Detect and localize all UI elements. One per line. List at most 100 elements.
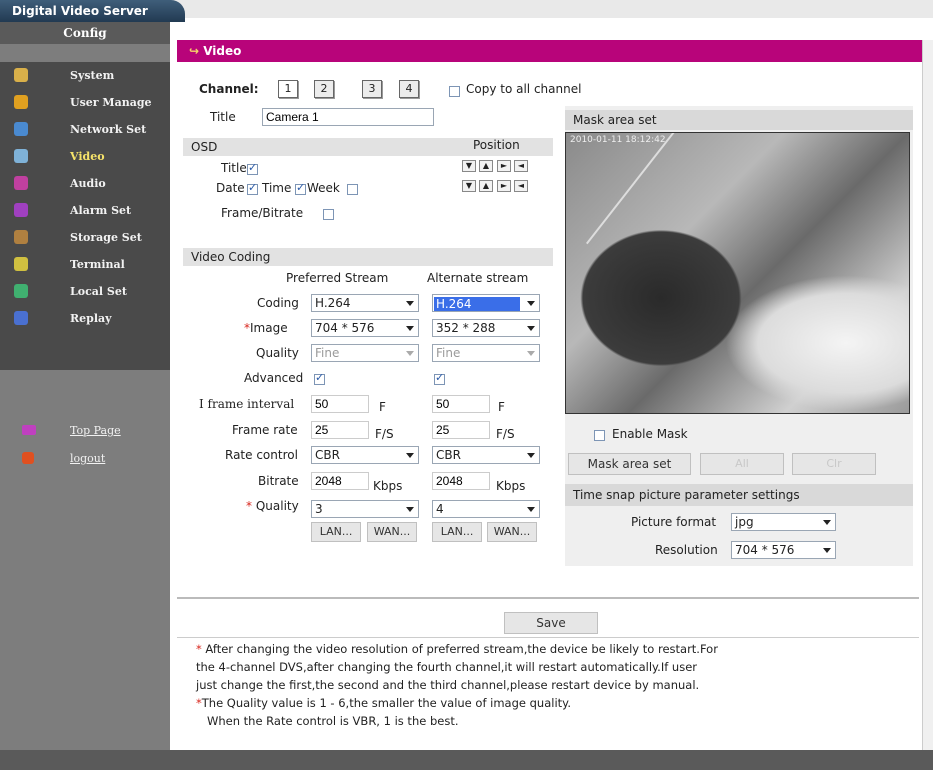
alt-lan-button[interactable]: LAN... bbox=[432, 522, 482, 542]
alt-quality-level-select[interactable]: 4 bbox=[432, 500, 540, 518]
logout-icon[interactable] bbox=[22, 452, 34, 464]
video-icon bbox=[14, 149, 28, 163]
osd-week-checkbox[interactable] bbox=[347, 184, 358, 195]
alt-wan-button[interactable]: WAN... bbox=[487, 522, 537, 542]
pref-quality-select[interactable]: Fine bbox=[311, 344, 419, 362]
replay-icon bbox=[14, 311, 28, 325]
channel-label: Channel: bbox=[199, 82, 259, 96]
sidebar-item-storage-set[interactable]: Storage Set bbox=[0, 224, 170, 251]
sidebar-item-system[interactable]: System bbox=[0, 62, 170, 89]
date-pos-right-button[interactable]: ► bbox=[497, 180, 511, 192]
alt-framerate-unit: F/S bbox=[496, 427, 515, 441]
pref-bitrate-unit: Kbps bbox=[373, 479, 403, 493]
advanced-label: Advanced bbox=[244, 371, 304, 385]
sidebar-item-video[interactable]: Video bbox=[0, 143, 170, 170]
video-streak bbox=[586, 133, 785, 245]
users-icon bbox=[14, 95, 28, 109]
iframe-label: I frame interval bbox=[199, 397, 295, 411]
alternate-stream-label: Alternate stream bbox=[427, 271, 529, 285]
sidebar-item-audio[interactable]: Audio bbox=[0, 170, 170, 197]
date-pos-left-button[interactable]: ◄ bbox=[514, 180, 528, 192]
note-line-2: the 4-channel DVS,after changing the fou… bbox=[196, 660, 698, 674]
pref-quality-level-select[interactable]: 3 bbox=[311, 500, 419, 518]
mask-clear-button[interactable]: Clr bbox=[792, 453, 876, 475]
alt-bitrate-input[interactable] bbox=[432, 472, 490, 490]
top-page-icon[interactable] bbox=[22, 425, 36, 435]
terminal-icon bbox=[14, 257, 28, 271]
pref-iframe-unit: F bbox=[379, 400, 386, 414]
scrollbar[interactable] bbox=[922, 40, 933, 750]
osd-frame-checkbox[interactable] bbox=[323, 209, 334, 220]
chevron-down-icon bbox=[406, 453, 414, 458]
alt-quality-select[interactable]: Fine bbox=[432, 344, 540, 362]
note-line-4: *The Quality value is 1 - 6,the smaller … bbox=[196, 696, 571, 710]
copy-all-checkbox[interactable] bbox=[449, 86, 460, 97]
top-page-link[interactable]: Top Page bbox=[70, 424, 121, 437]
pref-framerate-input[interactable] bbox=[311, 421, 369, 439]
mask-all-button[interactable]: All bbox=[700, 453, 784, 475]
divider bbox=[177, 597, 919, 599]
note-line-3: just change the first,the second and the… bbox=[196, 678, 700, 692]
date-pos-up-button[interactable]: ▲ bbox=[479, 180, 493, 192]
quality-level-label: * Quality bbox=[246, 499, 299, 513]
logout-link[interactable]: logout bbox=[70, 452, 105, 465]
sidebar-menu: System User Manage Network Set Video Aud… bbox=[0, 62, 170, 370]
osd-date-label: Date bbox=[216, 181, 245, 195]
chevron-down-icon bbox=[406, 301, 414, 306]
pref-image-select[interactable]: 704 * 576 bbox=[311, 319, 419, 337]
snap-header: Time snap picture parameter settings bbox=[565, 484, 913, 506]
channel-2-button[interactable]: 2 bbox=[314, 80, 334, 98]
alt-advanced-checkbox[interactable] bbox=[434, 371, 445, 385]
osd-date-checkbox[interactable] bbox=[247, 181, 258, 195]
pref-coding-select[interactable]: H.264 bbox=[311, 294, 419, 312]
pref-lan-button[interactable]: LAN... bbox=[311, 522, 361, 542]
title-pos-left-button[interactable]: ◄ bbox=[514, 160, 528, 172]
alt-ratecontrol-select[interactable]: CBR bbox=[432, 446, 540, 464]
save-button[interactable]: Save bbox=[504, 612, 598, 634]
coding-label: Coding bbox=[257, 296, 299, 310]
alt-framerate-input[interactable] bbox=[432, 421, 490, 439]
local-set-icon bbox=[14, 284, 28, 298]
picture-format-select[interactable]: jpg bbox=[731, 513, 836, 531]
pref-advanced-checkbox[interactable] bbox=[314, 371, 325, 385]
chevron-down-icon bbox=[527, 351, 535, 356]
date-pos-down-button[interactable]: ▼ bbox=[462, 180, 476, 192]
pref-bitrate-input[interactable] bbox=[311, 472, 369, 490]
bitrate-label: Bitrate bbox=[258, 474, 299, 488]
preferred-stream-label: Preferred Stream bbox=[286, 271, 389, 285]
notes: * After changing the video resolution of… bbox=[196, 640, 896, 730]
note-line-1: * After changing the video resolution of… bbox=[196, 642, 718, 656]
sidebar-item-terminal[interactable]: Terminal bbox=[0, 251, 170, 278]
sidebar-item-user-manage[interactable]: User Manage bbox=[0, 89, 170, 116]
sidebar-header: Config bbox=[0, 22, 170, 44]
alt-image-select[interactable]: 352 * 288 bbox=[432, 319, 540, 337]
title-pos-down-button[interactable]: ▼ bbox=[462, 160, 476, 172]
divider bbox=[177, 637, 919, 638]
sidebar-item-replay[interactable]: Replay bbox=[0, 305, 170, 332]
channel-3-button[interactable]: 3 bbox=[362, 80, 382, 98]
sidebar-item-local-set[interactable]: Local Set bbox=[0, 278, 170, 305]
pref-iframe-input[interactable] bbox=[311, 395, 369, 413]
enable-mask-checkbox[interactable] bbox=[594, 430, 605, 441]
pref-wan-button[interactable]: WAN... bbox=[367, 522, 417, 542]
chevron-down-icon bbox=[527, 453, 535, 458]
image-label: *Image bbox=[244, 321, 288, 335]
title-input[interactable] bbox=[262, 108, 434, 126]
sidebar-item-network-set[interactable]: Network Set bbox=[0, 116, 170, 143]
page-title: Video bbox=[203, 44, 242, 58]
title-pos-right-button[interactable]: ► bbox=[497, 160, 511, 172]
pref-ratecontrol-select[interactable]: CBR bbox=[311, 446, 419, 464]
alt-iframe-input[interactable] bbox=[432, 395, 490, 413]
sidebar-item-alarm-set[interactable]: Alarm Set bbox=[0, 197, 170, 224]
osd-time-checkbox[interactable] bbox=[295, 181, 306, 195]
alt-coding-select[interactable]: H.264 bbox=[432, 294, 540, 312]
resolution-select[interactable]: 704 * 576 bbox=[731, 541, 836, 559]
osd-title-checkbox[interactable] bbox=[247, 161, 258, 175]
channel-4-button[interactable]: 4 bbox=[399, 80, 419, 98]
title-pos-up-button[interactable]: ▲ bbox=[479, 160, 493, 172]
audio-icon bbox=[14, 176, 28, 190]
mask-area-set-button[interactable]: Mask area set bbox=[568, 453, 691, 475]
chevron-down-icon bbox=[823, 548, 831, 553]
channel-1-button[interactable]: 1 bbox=[278, 80, 298, 98]
video-preview[interactable]: 2010-01-11 18:12:42 bbox=[565, 132, 910, 414]
